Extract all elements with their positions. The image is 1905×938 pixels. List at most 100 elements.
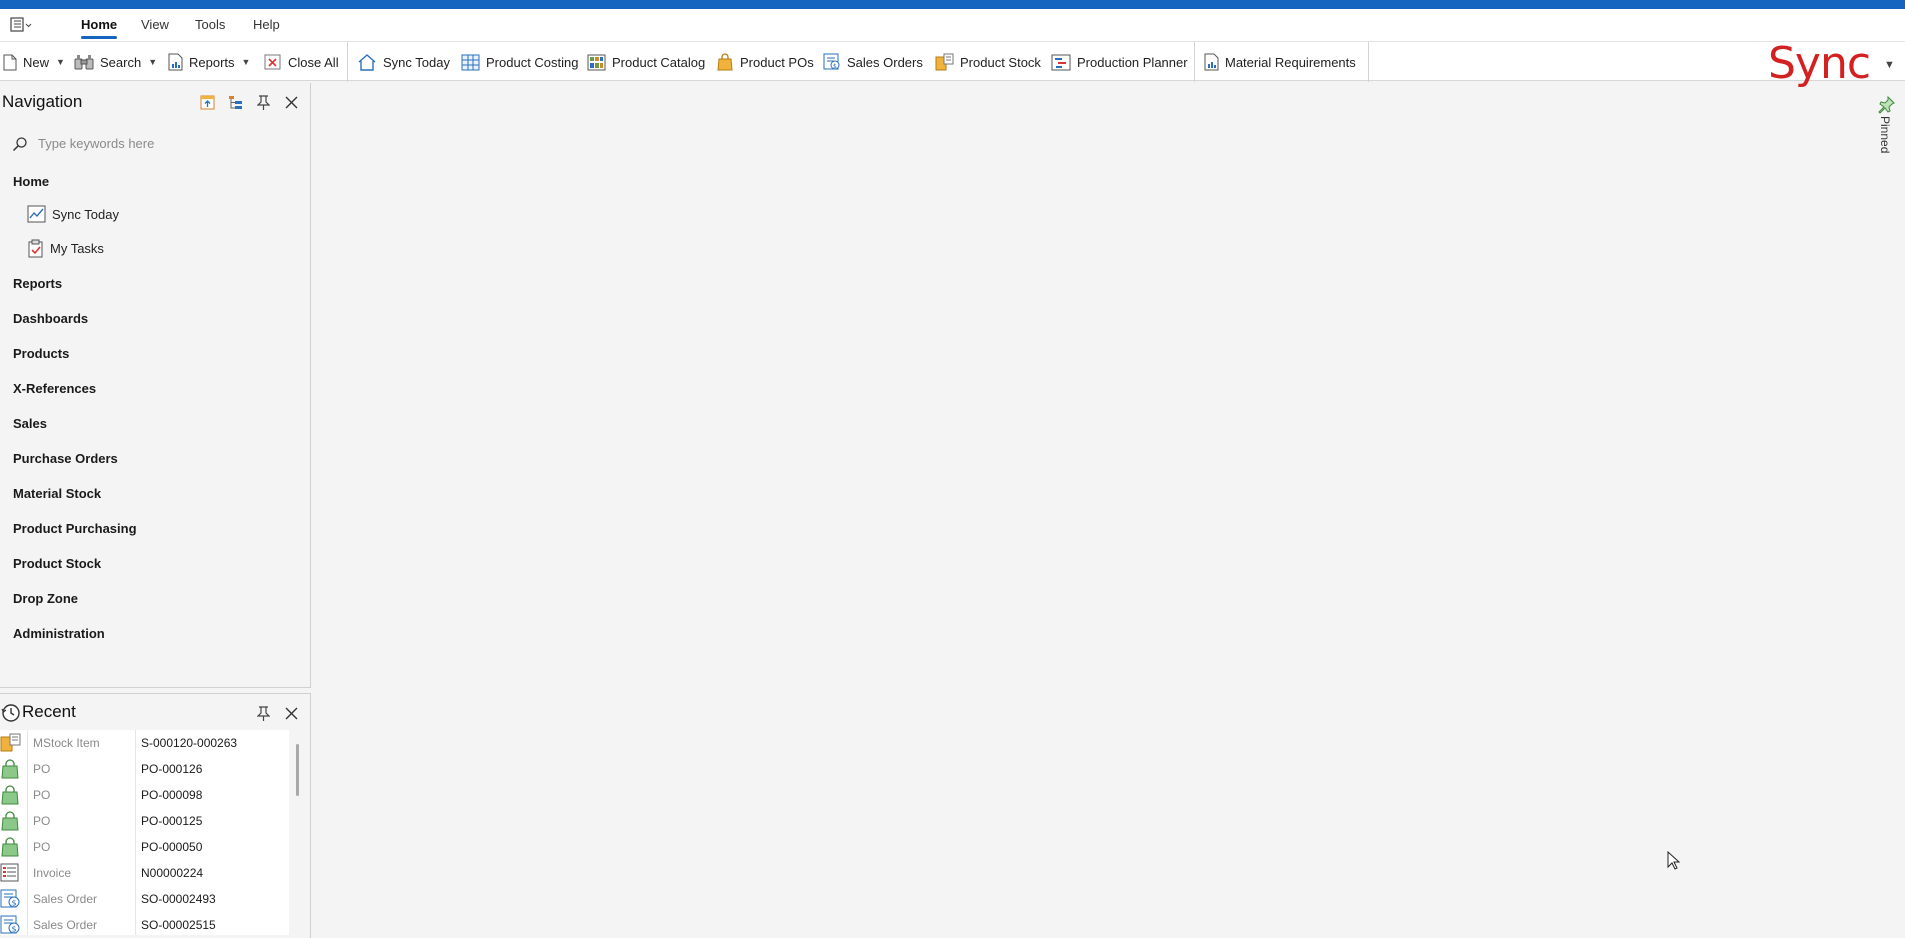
recent-item-id: N00000224 <box>141 866 204 880</box>
pin-icon <box>1878 96 1895 114</box>
nav-group-material-stock[interactable]: Material Stock <box>13 486 101 501</box>
recent-item-id: SO-00002515 <box>141 918 216 932</box>
toolbar-separator <box>1368 42 1369 82</box>
close-all-label: Close All <box>288 54 339 70</box>
product-stock-button[interactable]: Product Stock <box>935 50 1041 74</box>
nav-group-product-stock[interactable]: Product Stock <box>13 556 101 571</box>
list-item[interactable]: PO PO-000125 <box>0 808 289 834</box>
nav-group-product-purchasing[interactable]: Product Purchasing <box>13 521 137 536</box>
product-catalog-label: Product Catalog <box>612 54 706 70</box>
new-button-label: New <box>23 54 50 70</box>
clipboard-check-icon <box>28 239 43 257</box>
binoculars-icon <box>74 54 94 69</box>
stock-box-icon <box>935 53 954 71</box>
list-item[interactable]: $ Sales Order SO-00002493 <box>0 886 289 912</box>
toolbar-separator <box>347 42 348 82</box>
tab-home[interactable]: Home <box>81 17 117 32</box>
recent-item-type: PO <box>33 788 51 802</box>
recent-item-id: PO-000125 <box>141 814 203 828</box>
svg-text:$: $ <box>12 925 17 934</box>
nav-item-my-tasks[interactable]: My Tasks <box>27 236 104 260</box>
navigation-search-input[interactable] <box>36 133 296 153</box>
search-button[interactable]: Search ▼ <box>74 50 157 74</box>
nav-group-administration[interactable]: Administration <box>13 626 105 641</box>
sales-orders-button[interactable]: $ Sales Orders <box>823 50 923 74</box>
production-planner-button[interactable]: Production Planner <box>1051 50 1188 74</box>
tab-help[interactable]: Help <box>253 17 280 32</box>
nav-group-sales[interactable]: Sales <box>13 416 47 431</box>
tab-view[interactable]: View <box>141 17 169 32</box>
product-pos-button[interactable]: Product POs <box>716 50 814 74</box>
nav-group-reports[interactable]: Reports <box>13 276 62 291</box>
close-all-button[interactable]: Close All <box>264 50 339 74</box>
catalog-grid-icon <box>587 54 606 70</box>
recent-item-type: PO <box>33 762 51 776</box>
history-clock-icon <box>1 704 20 722</box>
material-requirements-label: Material Requirements <box>1225 54 1356 70</box>
window-accent-bar <box>0 0 1905 9</box>
nav-group-dashboards[interactable]: Dashboards <box>13 311 88 326</box>
tree-view-icon[interactable] <box>226 93 244 111</box>
material-requirements-button[interactable]: Material Requirements <box>1204 50 1356 74</box>
product-stock-label: Product Stock <box>960 54 1041 70</box>
spreadsheet-icon <box>461 54 480 70</box>
nav-group-home[interactable]: Home <box>13 174 49 189</box>
collapse-all-icon[interactable] <box>198 93 216 111</box>
reports-button[interactable]: Reports ▼ <box>168 50 250 74</box>
list-item[interactable]: PO PO-000126 <box>0 756 289 782</box>
home-icon <box>358 54 376 71</box>
close-icon[interactable] <box>282 93 300 111</box>
scrollbar-thumb[interactable] <box>296 744 299 796</box>
recent-title: Recent <box>22 702 76 721</box>
list-item[interactable]: PO PO-000098 <box>0 782 289 808</box>
pin-icon[interactable] <box>254 93 272 111</box>
chevron-down-icon: ▼ <box>148 57 158 67</box>
chevron-down-icon: ▼ <box>56 57 65 67</box>
sales-orders-label: Sales Orders <box>847 54 923 70</box>
product-costing-button[interactable]: Product Costing <box>461 50 579 74</box>
recent-item-id: PO-000098 <box>141 788 203 802</box>
nav-group-products[interactable]: Products <box>13 346 69 361</box>
app-menu-button[interactable] <box>10 15 38 35</box>
close-icon[interactable] <box>282 704 300 722</box>
shopping-bag-icon <box>1 811 19 831</box>
list-item[interactable]: Invoice N00000224 <box>0 860 289 886</box>
pinned-panel-tab[interactable]: Pinned <box>1875 96 1897 166</box>
tab-tools[interactable]: Tools <box>195 17 225 32</box>
active-tab-indicator <box>81 36 117 39</box>
chevron-down-icon[interactable]: ▼ <box>1884 59 1895 71</box>
nav-item-sync-today[interactable]: Sync Today <box>27 202 119 226</box>
app-menu-icon <box>10 17 32 32</box>
nav-group-purchase-orders[interactable]: Purchase Orders <box>13 451 118 466</box>
recent-item-type: Sales Order <box>33 918 98 932</box>
search-button-label: Search <box>100 54 142 70</box>
recent-item-id: PO-000050 <box>141 840 203 854</box>
sales-order-icon: $ <box>0 889 20 908</box>
nav-group-drop-zone[interactable]: Drop Zone <box>13 591 78 606</box>
recent-item-type: MStock Item <box>33 736 100 750</box>
list-item[interactable]: $ Sales Order SO-00002515 <box>0 912 289 935</box>
list-item[interactable]: MStock Item S-000120-000263 <box>0 730 289 756</box>
svg-text:$: $ <box>833 63 837 70</box>
svg-text:$: $ <box>12 899 17 908</box>
shopping-bag-icon <box>1 759 19 779</box>
new-button[interactable]: New ▼ <box>3 50 65 74</box>
product-costing-label: Product Costing <box>486 54 579 70</box>
report-icon <box>168 53 183 71</box>
sync-today-button[interactable]: Sync Today <box>357 50 450 74</box>
pinned-label: Pinned <box>1878 116 1892 154</box>
shopping-bag-icon <box>1 785 19 805</box>
product-catalog-button[interactable]: Product Catalog <box>587 50 705 74</box>
chevron-down-icon: ▼ <box>241 57 251 67</box>
recent-item-id: S-000120-000263 <box>141 736 238 750</box>
nav-group-x-references[interactable]: X-References <box>13 381 96 396</box>
toolbar-separator <box>1194 42 1195 82</box>
invoice-icon <box>0 863 19 882</box>
list-item[interactable]: PO PO-000050 <box>0 834 289 860</box>
navigation-title: Navigation <box>2 92 83 111</box>
shopping-bag-icon <box>717 53 733 71</box>
pin-icon[interactable] <box>254 704 272 722</box>
sales-order-icon: $ <box>823 53 840 70</box>
ribbon-toolbar: New ▼ Search ▼ Reports ▼ Close All Sync Tod… <box>0 41 1905 86</box>
recent-scrollbar[interactable] <box>292 730 302 935</box>
